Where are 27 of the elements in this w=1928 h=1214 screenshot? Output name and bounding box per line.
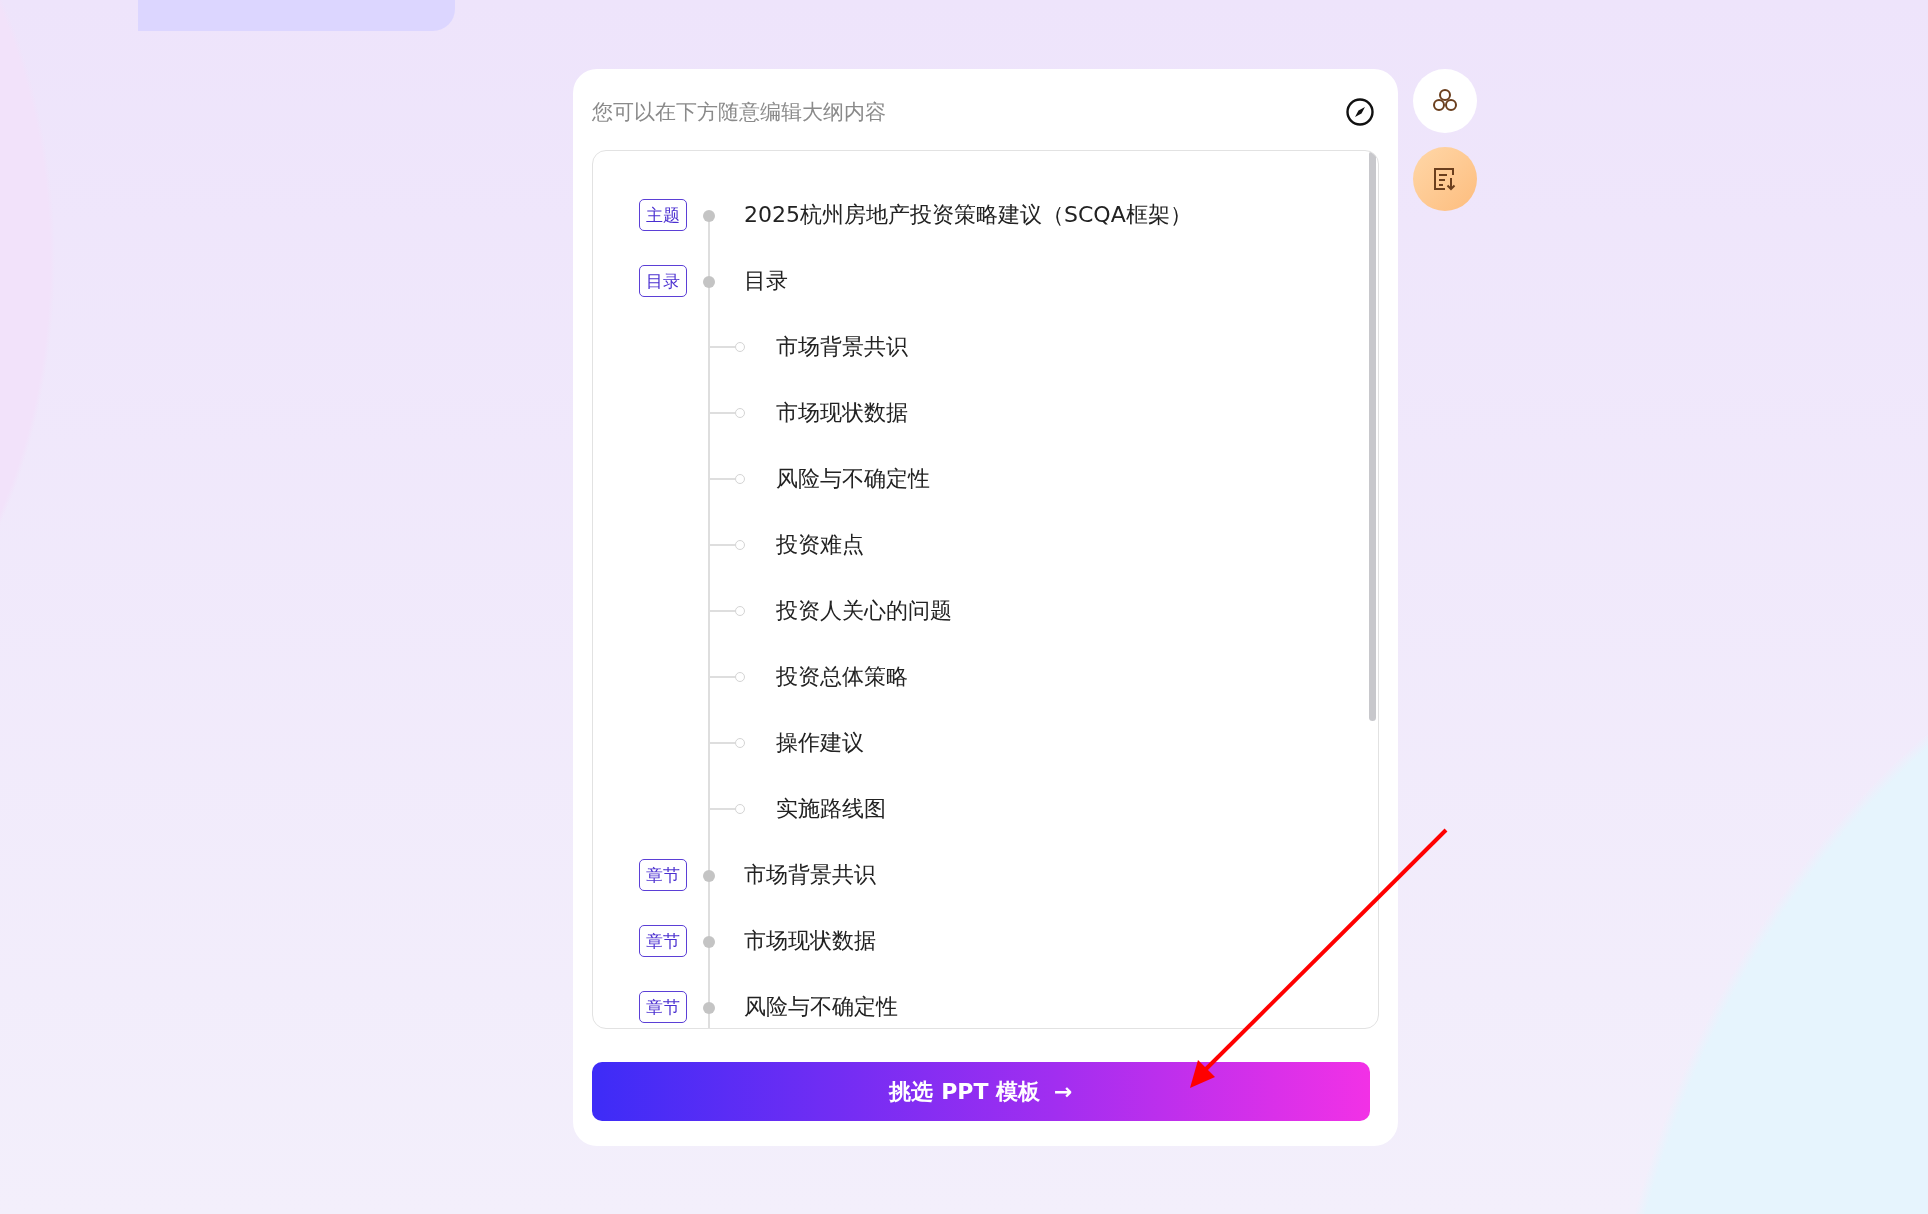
outline-subtitle[interactable]: 市场现状数据 (776, 398, 908, 428)
outline-subtitle[interactable]: 操作建议 (776, 728, 864, 758)
choose-template-button[interactable]: 挑选 PPT 模板 → (592, 1062, 1370, 1121)
outline-subtitle[interactable]: 投资人关心的问题 (776, 596, 952, 626)
outline-subtitle[interactable]: 投资难点 (776, 530, 864, 560)
edit-hint: 您可以在下方随意编辑大纲内容 (592, 99, 886, 126)
compass-icon[interactable] (1345, 97, 1375, 127)
bullet-dot (703, 276, 715, 288)
outline-title[interactable]: 市场现状数据 (744, 926, 876, 956)
outline-subtitle[interactable]: 市场背景共识 (776, 332, 908, 362)
outline-title[interactable]: 市场背景共识 (744, 860, 876, 890)
bullet-dot (703, 210, 715, 222)
bullet-dot (703, 870, 715, 882)
scrollbar[interactable] (1369, 151, 1376, 721)
outline-title[interactable]: 风险与不确定性 (744, 992, 898, 1022)
bullet-dot (703, 936, 715, 948)
outline-title[interactable]: 2025杭州房地产投资策略建议（SCQA框架） (744, 200, 1192, 230)
outline-subtitle[interactable]: 实施路线图 (776, 794, 886, 824)
outline-tag: 章节 (639, 991, 687, 1023)
outline-tag: 目录 (639, 265, 687, 297)
outline-title[interactable]: 目录 (744, 266, 788, 296)
outline-subtitle[interactable]: 投资总体策略 (776, 662, 908, 692)
outline-tag: 章节 (639, 925, 687, 957)
outline-tag: 主题 (639, 199, 687, 231)
outline-tag: 章节 (639, 859, 687, 891)
outline-subtitle[interactable]: 风险与不确定性 (776, 464, 930, 494)
bullet-dot (703, 1002, 715, 1014)
